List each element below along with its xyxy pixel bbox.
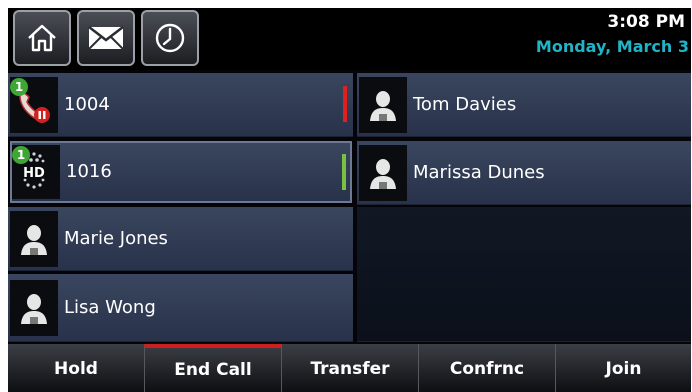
line-label: Marissa Dunes bbox=[413, 162, 545, 183]
line-key-lisa-wong[interactable]: Lisa Wong bbox=[8, 274, 353, 342]
join-button[interactable]: Join bbox=[555, 344, 691, 392]
line-icon-box bbox=[359, 145, 407, 201]
line-label: Lisa Wong bbox=[64, 297, 156, 318]
line-icon-box bbox=[10, 211, 58, 267]
line-label: 1004 bbox=[64, 94, 110, 115]
svg-text:HD: HD bbox=[23, 166, 45, 181]
end-call-button[interactable]: End Call bbox=[144, 344, 281, 392]
contact-icon bbox=[21, 225, 47, 255]
home-icon bbox=[28, 24, 56, 52]
phone-screen: 3:08 PM Monday, March 3 1 1004 HD 1 1016… bbox=[8, 8, 691, 392]
line-status-indicator bbox=[342, 154, 346, 190]
recent-calls-button[interactable] bbox=[141, 10, 199, 66]
empty-line-area bbox=[357, 207, 691, 342]
call-count-badge: 1 bbox=[10, 78, 28, 96]
contact-icon bbox=[370, 159, 396, 189]
line-icon-box bbox=[359, 77, 407, 133]
line-status-indicator bbox=[343, 86, 347, 122]
home-button[interactable] bbox=[13, 10, 71, 66]
line-key-1016[interactable]: HD 1 1016 bbox=[10, 141, 352, 203]
clock-icon bbox=[155, 23, 185, 53]
line-key-marissa-dunes[interactable]: Marissa Dunes bbox=[357, 141, 691, 205]
line-key-tom-davies[interactable]: Tom Davies bbox=[357, 73, 691, 137]
clock-time: 3:08 PM bbox=[607, 12, 685, 32]
softkey-bar: Hold End Call Transfer Confrnc Join bbox=[8, 344, 691, 392]
call-count-badge: 1 bbox=[12, 146, 30, 164]
line-key-marie-jones[interactable]: Marie Jones bbox=[8, 207, 353, 271]
transfer-button[interactable]: Transfer bbox=[281, 344, 418, 392]
line-label: 1016 bbox=[66, 161, 112, 182]
conference-button[interactable]: Confrnc bbox=[418, 344, 555, 392]
hold-button[interactable]: Hold bbox=[8, 344, 144, 392]
mail-icon bbox=[88, 26, 124, 50]
clock-date: Monday, March 3 bbox=[535, 37, 689, 56]
line-icon-box bbox=[10, 280, 58, 336]
line-label: Marie Jones bbox=[64, 228, 168, 249]
contact-icon bbox=[370, 91, 396, 121]
line-label: Tom Davies bbox=[413, 94, 517, 115]
contact-icon bbox=[21, 294, 47, 324]
status-bar: 3:08 PM Monday, March 3 bbox=[8, 8, 691, 70]
line-key-1004[interactable]: 1 1004 bbox=[8, 73, 353, 137]
messages-button[interactable] bbox=[77, 10, 135, 66]
